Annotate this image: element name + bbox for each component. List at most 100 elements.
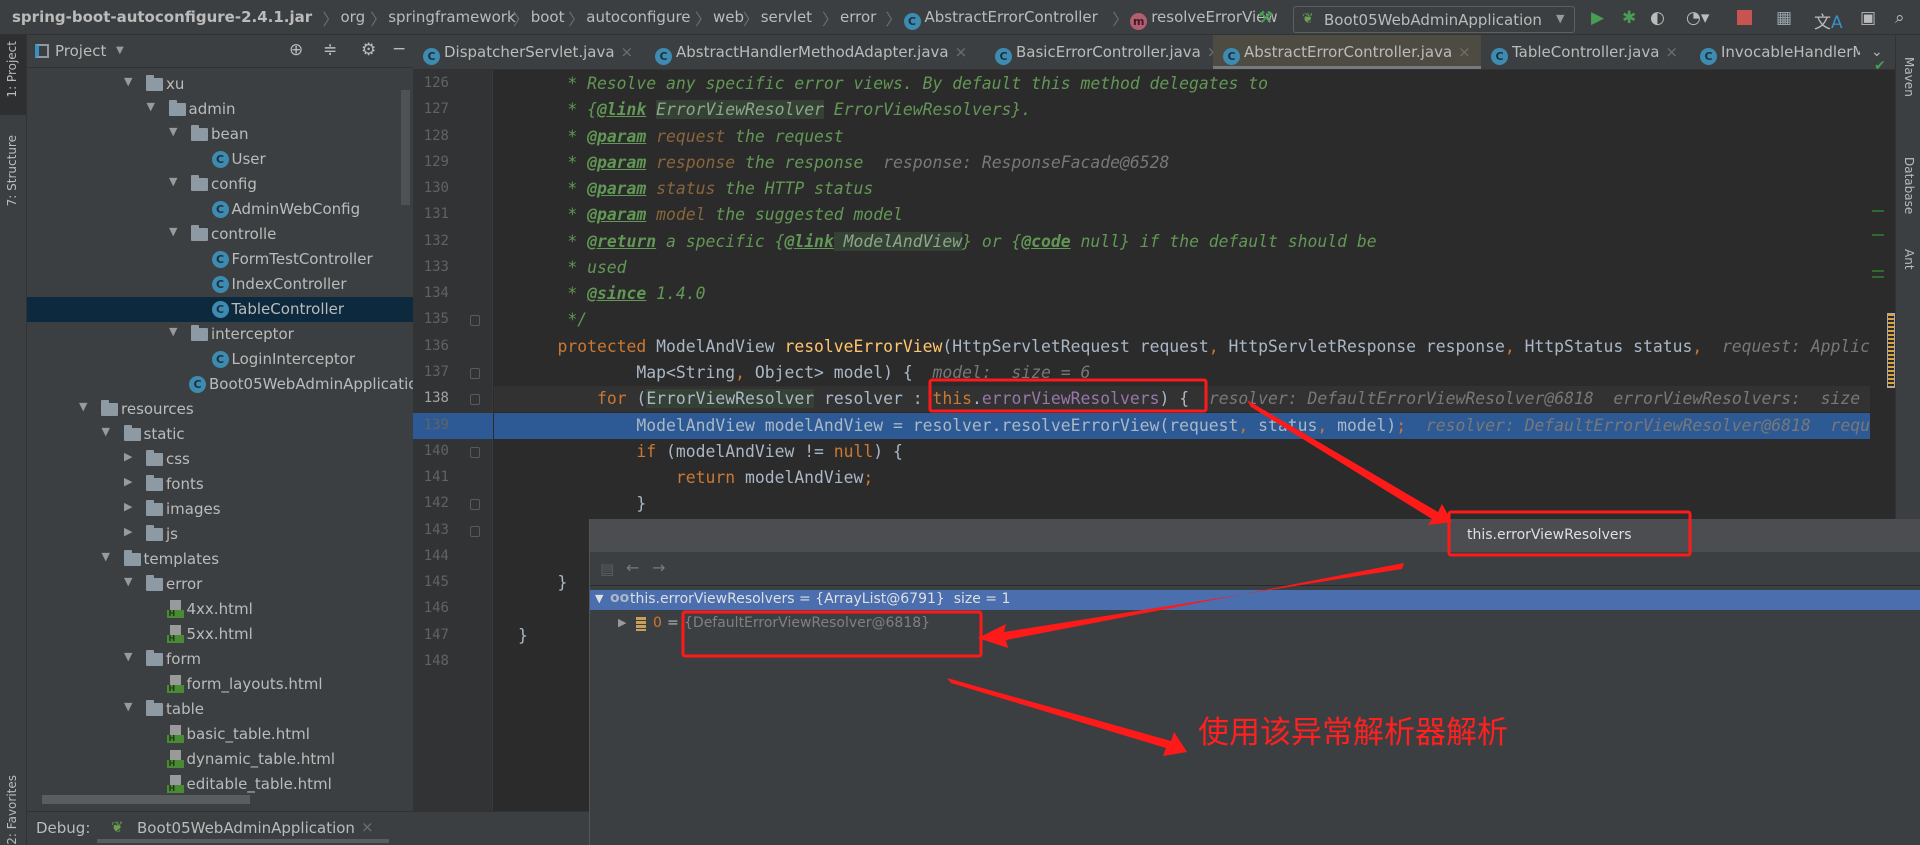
collapsed-arrow-icon[interactable]: ▶ (124, 450, 132, 463)
tree-item-dynamic-table-html[interactable]: Hdynamic_table.html (27, 747, 413, 772)
popup-header[interactable]: this.errorViewResolvers (590, 519, 1920, 552)
tree-item-5xx-html[interactable]: H 5xx.html (27, 622, 413, 647)
breadcrumb-item[interactable]: springframework (388, 8, 515, 26)
project-tool-button[interactable]: 1: Project (0, 35, 26, 115)
close-icon[interactable]: × (361, 818, 374, 836)
breadcrumb-item[interactable]: servlet (761, 8, 812, 26)
pin-icon[interactable]: ▤ (600, 560, 614, 578)
project-view-select[interactable]: Project (55, 42, 106, 60)
profile-icon[interactable]: ◔▾ (1686, 8, 1709, 28)
coverage-icon[interactable]: ◐ (1650, 8, 1665, 28)
tree-item-js[interactable]: ▶ js (27, 522, 413, 547)
tree-item-error[interactable]: ▼ error (27, 572, 413, 597)
tab-dispatcherservlet-java[interactable]: C DispatcherServlet.java × (413, 35, 645, 69)
tree-item-user[interactable]: C User (27, 147, 413, 172)
tab-tablecontroller-java[interactable]: C TableController.java × (1481, 35, 1690, 69)
tree-item-basic-table-html[interactable]: Hbasic_table.html (27, 722, 413, 747)
expanded-arrow-icon[interactable]: ▼ (169, 175, 177, 188)
breadcrumb-item[interactable]: boot (531, 8, 565, 26)
stop-icon[interactable] (1737, 10, 1752, 25)
database-tool-button[interactable]: Database (1902, 157, 1916, 214)
project-structure-icon[interactable]: ▦ (1776, 8, 1792, 28)
fold-icon[interactable] (470, 446, 480, 458)
tree-item-4xx-html[interactable]: H 4xx.html (27, 597, 413, 622)
tab-abstracterrorcontroller-java[interactable]: C AbstractErrorController.java × (1213, 35, 1481, 69)
hide-icon[interactable]: − (392, 39, 406, 59)
tree-item-boot05webadminapplication[interactable]: C Boot05WebAdminApplication (27, 372, 413, 397)
search-icon[interactable]: ⌕ (1895, 8, 1905, 28)
close-icon[interactable]: × (621, 43, 634, 61)
expanded-arrow-icon[interactable]: ▼ (147, 100, 155, 113)
fold-icon[interactable] (470, 394, 480, 406)
tree-item-form-layouts-html[interactable]: Hform_layouts.html (27, 672, 413, 697)
debug-icon[interactable]: ✱ (1622, 8, 1636, 28)
tree-item-form[interactable]: ▼ form (27, 647, 413, 672)
gear-icon[interactable]: ⚙ (361, 40, 376, 60)
tree-item-css[interactable]: ▶ css (27, 447, 413, 472)
breadcrumb-item[interactable]: m resolveErrorView (1130, 8, 1278, 30)
breadcrumb-item[interactable]: C AbstractErrorController (903, 8, 1098, 30)
fold-icon[interactable] (470, 525, 480, 537)
run-configuration-select[interactable]: ❦ Boot05WebAdminApplication ▼ (1293, 6, 1575, 33)
expand-arrow-icon[interactable]: ▶ (618, 616, 626, 629)
back-arrow-icon[interactable]: ← (626, 558, 639, 577)
breadcrumb-item[interactable]: autoconfigure (586, 8, 690, 26)
breadcrumb-item[interactable]: web (713, 8, 744, 26)
tab-abstracthandlermethodadapter-java[interactable]: C AbstractHandlerMethodAdapter.java × (645, 35, 985, 69)
tree-item-templates[interactable]: ▼ templates (27, 547, 413, 572)
fold-icon[interactable] (470, 499, 480, 511)
chevron-down-icon[interactable]: ▼ (116, 45, 124, 56)
collapsed-arrow-icon[interactable]: ▶ (124, 475, 132, 488)
tree-item-indexcontroller[interactable]: C IndexController (27, 272, 413, 297)
breadcrumb-item[interactable]: error (840, 8, 876, 26)
structure-tool-button[interactable]: 7: Structure (5, 135, 19, 206)
expanded-arrow-icon[interactable]: ▼ (102, 550, 110, 563)
tree-item-resources[interactable]: ▼ resources (27, 397, 413, 422)
tree-item-logininterceptor[interactable]: C LoginInterceptor (27, 347, 413, 372)
breadcrumb-item[interactable]: spring-boot-autoconfigure-2.4.1.jar (12, 8, 312, 26)
tree-item-static[interactable]: ▼ static (27, 422, 413, 447)
expand-arrow-icon[interactable]: ▼ (595, 592, 603, 605)
hammer-icon[interactable]: ⚒ (1258, 8, 1273, 28)
ant-tool-button[interactable]: Ant (1902, 249, 1916, 270)
scrollbar-thumb[interactable] (1887, 313, 1895, 388)
tree-item-controlle[interactable]: ▼ controlle (27, 222, 413, 247)
tree-item-interceptor[interactable]: ▼ interceptor (27, 322, 413, 347)
collapsed-arrow-icon[interactable]: ▶ (124, 525, 132, 538)
run-icon[interactable]: ▶ (1591, 8, 1604, 28)
close-icon[interactable]: × (955, 43, 968, 61)
fold-icon[interactable] (470, 315, 480, 327)
close-icon[interactable]: × (1458, 43, 1471, 61)
expanded-arrow-icon[interactable]: ▼ (102, 425, 110, 438)
tree-item-images[interactable]: ▶ images (27, 497, 413, 522)
horizontal-scrollbar[interactable] (42, 795, 250, 804)
tree-item-bean[interactable]: ▼ bean (27, 122, 413, 147)
maven-tool-button[interactable]: Maven (1902, 57, 1916, 97)
tree-item-config[interactable]: ▼ config (27, 172, 413, 197)
tab-basicerrorcontroller-java[interactable]: CBasicErrorController.java× (985, 35, 1213, 69)
expanded-arrow-icon[interactable]: ▼ (124, 75, 132, 88)
project-tool-label[interactable]: 1: Project (5, 41, 19, 98)
forward-arrow-icon[interactable]: → (652, 558, 665, 577)
close-icon[interactable]: × (1665, 43, 1678, 61)
expanded-arrow-icon[interactable]: ▼ (169, 125, 177, 138)
tree-item-admin[interactable]: ▼ admin (27, 97, 413, 122)
expanded-arrow-icon[interactable]: ▼ (79, 400, 87, 413)
tree-item-editable-table-html[interactable]: Heditable_table.html (27, 772, 413, 797)
translate-icon[interactable]: 文A (1814, 8, 1843, 33)
tree-row-root[interactable]: ▼ oo this.errorViewResolvers = {ArrayLis… (590, 590, 1920, 610)
tree-item-formtestcontroller[interactable]: C FormTestController (27, 247, 413, 272)
debug-session-tab[interactable]: Boot05WebAdminApplication (137, 819, 355, 837)
favorites-tool-button[interactable]: 2: Favorites (5, 775, 19, 845)
expanded-arrow-icon[interactable]: ▼ (124, 575, 132, 588)
expanded-arrow-icon[interactable]: ▼ (124, 650, 132, 663)
collapsed-arrow-icon[interactable]: ▶ (124, 500, 132, 513)
tree-row-child[interactable]: ▶ 0 = {DefaultErrorViewResolver@6818} (590, 613, 1920, 635)
tree-item-xu[interactable]: ▼ xu (27, 72, 413, 97)
tree-item-table[interactable]: ▼ table (27, 697, 413, 722)
fold-icon[interactable] (470, 367, 480, 379)
tree-item-adminwebconfig[interactable]: C AdminWebConfig (27, 197, 413, 222)
tab-invocablehandlerm[interactable]: C InvocableHandlerM (1690, 35, 1860, 69)
breadcrumb-item[interactable]: org (341, 8, 366, 26)
expanded-arrow-icon[interactable]: ▼ (124, 700, 132, 713)
